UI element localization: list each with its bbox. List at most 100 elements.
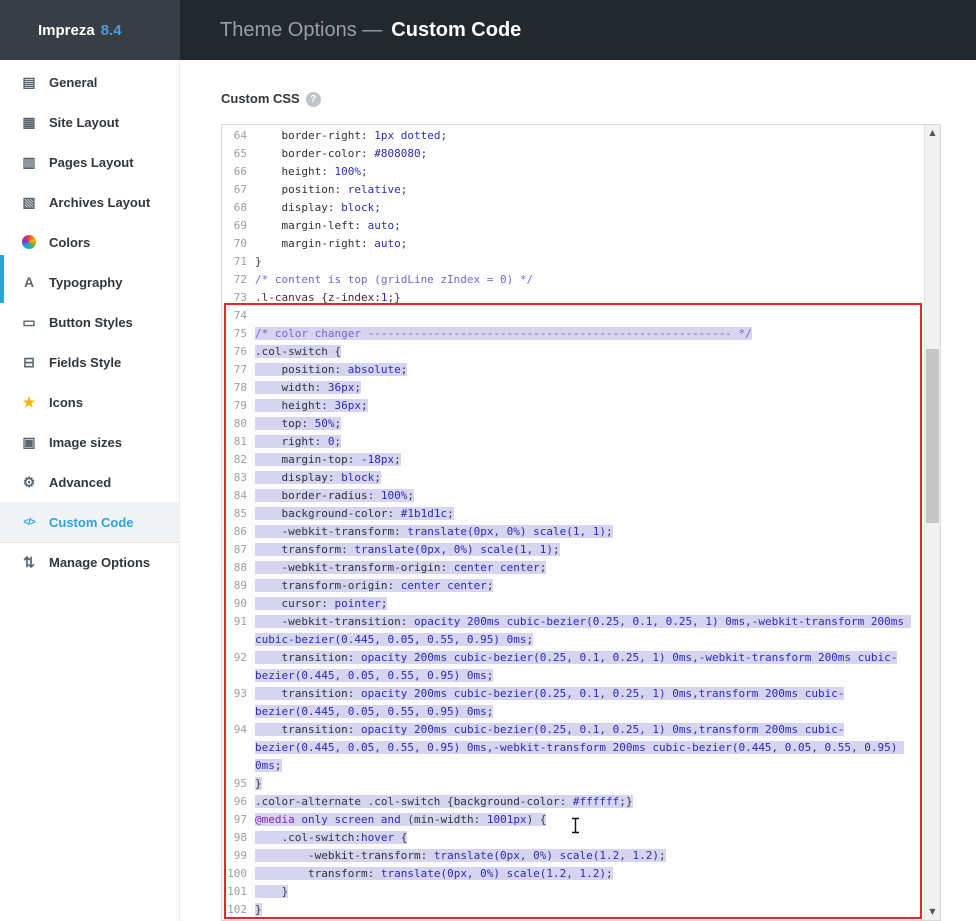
code-line: 102} xyxy=(222,901,924,919)
code-line-text: } xyxy=(255,255,262,268)
line-number: 98 xyxy=(233,831,247,844)
sidebar-item-advanced[interactable]: ⚙ Advanced xyxy=(0,462,179,502)
selected-code: background-color: #1b1d1c; xyxy=(255,507,454,520)
sidebar-item-custom-code[interactable]: </> Custom Code xyxy=(0,502,179,542)
selected-code: /* color changer -----------------------… xyxy=(255,327,752,340)
code-line: 80 top: 50%; xyxy=(222,415,924,433)
sidebar-item-button-styles[interactable]: ▭ Button Styles xyxy=(0,302,179,342)
selected-code: } xyxy=(255,885,289,898)
code-line: 101 } xyxy=(222,883,924,901)
line-number: 69 xyxy=(233,219,247,232)
fields-style-icon: ⊟ xyxy=(23,353,35,370)
code-line: 84 border-radius: 100%; xyxy=(222,487,924,505)
line-number: 102 xyxy=(227,903,247,916)
code-line: 65 border-color: #808080; xyxy=(222,145,924,163)
code-line-text: border-color: #808080; xyxy=(281,147,428,160)
selected-code: -webkit-transition: opacity 200ms cubic-… xyxy=(255,615,911,646)
code-line-text: width: 36px; xyxy=(252,379,924,397)
selected-code: transition: opacity 200ms cubic-bezier(0… xyxy=(255,723,905,772)
line-number: 96 xyxy=(233,795,247,808)
line-number: 68 xyxy=(233,201,247,214)
code-line: 86 -webkit-transform: translate(0px, 0%)… xyxy=(222,523,924,541)
line-number: 72 xyxy=(233,273,247,286)
line-number: 90 xyxy=(233,597,247,610)
code-line-text: display: block; xyxy=(252,469,924,487)
code-line: 72 /* content is top (gridLine zIndex = 0… xyxy=(222,271,924,289)
code-line: 71} xyxy=(222,253,924,271)
sidebar-item-site-layout[interactable]: ▦ Site Layout xyxy=(0,102,179,142)
line-number: 101 xyxy=(227,885,247,898)
code-line-text: transition: opacity 200ms cubic-bezier(0… xyxy=(252,685,924,721)
code-line-text: } xyxy=(252,901,924,919)
line-number: 74 xyxy=(233,309,247,322)
brand[interactable]: Impreza 8.4 xyxy=(0,0,180,60)
sidebar-item-general[interactable]: ▤ General xyxy=(0,62,179,102)
code-line-text: transition: opacity 200ms cubic-bezier(0… xyxy=(252,649,924,685)
code-line-text: /* content is top (gridLine zIndex = 0) … xyxy=(255,273,534,286)
sidebar-item-label: Image sizes xyxy=(49,434,122,450)
sidebar-item-label: Manage Options xyxy=(49,555,151,570)
selected-code: transform: translate(0px, 0%) scale(1, 1… xyxy=(255,543,560,556)
selected-code: } xyxy=(255,903,262,916)
code-line: 92 transition: opacity 200ms cubic-bezie… xyxy=(222,649,924,685)
code-line-text: -webkit-transform: translate(0px, 0%) sc… xyxy=(252,523,924,541)
code-line: 73 .l-canvas {z-index:1;} xyxy=(222,289,924,307)
sidebar-item-colors[interactable]: Colors xyxy=(0,222,179,262)
line-number: 103 xyxy=(222,919,252,920)
sidebar-menu: ▤ General ▦ Site Layout ▥ Pages Layout ▧ Archiv… xyxy=(0,62,179,582)
line-number: 89 xyxy=(233,579,247,592)
code-line: 82 margin-top: -18px; xyxy=(222,451,924,469)
sidebar-item-icons[interactable]: ★ Icons xyxy=(0,382,179,422)
line-number: 100 xyxy=(227,867,247,880)
sidebar-scroll-indicator xyxy=(0,255,4,303)
line-number: 73 xyxy=(233,291,247,304)
code-line: 75 /* color changer ---------------------… xyxy=(222,325,924,343)
code-line: 100 transform: translate(0px, 0%) scale(… xyxy=(222,865,924,883)
code-line: 95} xyxy=(222,775,924,793)
selected-code: height: 36px; xyxy=(255,399,368,412)
code-line-text: height: 36px; xyxy=(252,397,924,415)
code-line-text: @media only screen and (min-width: 1001p… xyxy=(252,811,924,829)
sidebar-item-typography[interactable]: A Typography xyxy=(0,262,179,302)
line-number: 87 xyxy=(233,543,247,556)
site-layout-icon: ▦ xyxy=(22,113,36,130)
sidebar-item-archives-layout[interactable]: ▧ Archives Layout xyxy=(0,182,179,222)
sidebar-item-fields-style[interactable]: ⊟ Fields Style xyxy=(0,342,179,382)
code-rows[interactable]: 64 border-right: 1px dotted; 65 border-co… xyxy=(222,125,924,920)
code-line: 76 .col-switch { xyxy=(222,343,924,361)
code-line-text: height: 100%; xyxy=(281,165,368,178)
scrollbar-thumb[interactable] xyxy=(926,349,939,523)
scroll-down-icon[interactable]: ▼ xyxy=(925,904,940,920)
line-number: 94 xyxy=(233,723,247,736)
editor-scrollbar[interactable]: ▲ ▼ xyxy=(924,125,940,920)
code-line-text: background-color: #1b1d1c; xyxy=(252,505,924,523)
sidebar-item-image-sizes[interactable]: ▣ Image sizes xyxy=(0,422,179,462)
code-line-text: border-right: 1px dotted; xyxy=(281,129,448,142)
sidebar-item-label: Colors xyxy=(49,234,91,250)
line-number: 95 xyxy=(233,777,247,790)
code-line-text: } xyxy=(252,883,924,901)
line-number: 76 xyxy=(233,345,247,358)
sidebar-item-manage-options[interactable]: ⇅ Manage Options xyxy=(0,542,179,582)
code-line-text: display: block; xyxy=(281,201,381,214)
archives-layout-icon: ▧ xyxy=(22,193,36,210)
custom-css-editor[interactable]: 64 border-right: 1px dotted; 65 border-co… xyxy=(221,124,941,921)
sidebar-item-pages-layout[interactable]: ▥ Pages Layout xyxy=(0,142,179,182)
scroll-up-icon[interactable]: ▲ xyxy=(925,125,940,141)
line-number: 88 xyxy=(233,561,247,574)
code-line: 68 display: block; xyxy=(222,199,924,217)
sidebar-item-label: Site Layout xyxy=(49,114,120,130)
help-icon[interactable]: ? xyxy=(305,92,321,107)
code-line-text: -webkit-transform-origin: center center; xyxy=(252,559,924,577)
line-number: 85 xyxy=(233,507,247,520)
general-icon: ▤ xyxy=(22,73,36,90)
code-line-text: cursor: pointer; xyxy=(252,595,924,613)
code-line: 89 transform-origin: center center; xyxy=(222,577,924,595)
code-line: 66 height: 100%; xyxy=(222,163,924,181)
line-number: 80 xyxy=(233,417,247,430)
selected-code: transform: translate(0px, 0%) scale(1.2,… xyxy=(255,867,613,880)
code-line-text: margin-left: auto; xyxy=(281,219,401,232)
code-line: 94 transition: opacity 200ms cubic-bezie… xyxy=(222,721,924,775)
selected-code: -webkit-transform: translate(0px, 0%) sc… xyxy=(255,849,666,862)
